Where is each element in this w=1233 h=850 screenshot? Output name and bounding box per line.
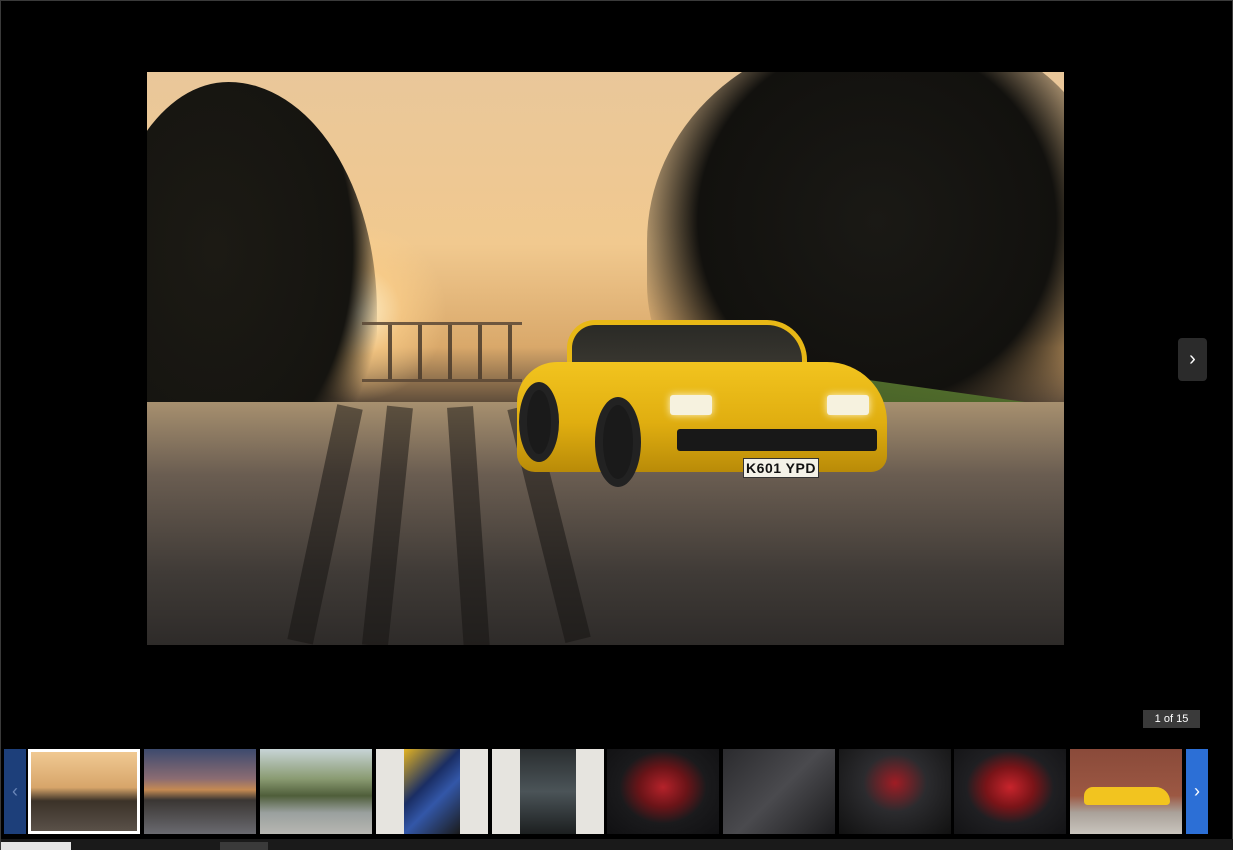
fence: [362, 322, 522, 382]
thumbnails-prev-button[interactable]: ‹: [4, 749, 26, 834]
bottom-tab[interactable]: [220, 842, 268, 850]
thumbnail-7[interactable]: [723, 749, 835, 834]
image-viewer: K601 YPD › 1 of 15 ‹ ›: [0, 0, 1233, 850]
main-photo[interactable]: K601 YPD: [147, 72, 1064, 645]
car-wheel: [595, 397, 641, 487]
bottom-tab[interactable]: [1, 842, 71, 850]
chevron-right-icon: ›: [1189, 348, 1196, 370]
image-counter: 1 of 15: [1143, 710, 1200, 728]
thumbnail-8[interactable]: [839, 749, 951, 834]
interior-image: [520, 749, 576, 834]
next-image-button[interactable]: ›: [1178, 338, 1207, 381]
thumbnail-9[interactable]: [954, 749, 1066, 834]
car-headlight: [827, 395, 869, 415]
thumbnail-5[interactable]: [492, 749, 604, 834]
car-side-image: [1084, 787, 1170, 805]
thumbnail-2[interactable]: [144, 749, 256, 834]
thumbnails-next-button[interactable]: ›: [1186, 749, 1208, 834]
thumbnail-3[interactable]: [260, 749, 372, 834]
thumbnail-1[interactable]: [28, 749, 140, 834]
bottom-strip: [1, 839, 1233, 850]
car-wheel: [519, 382, 559, 462]
chevron-left-icon: ‹: [12, 781, 18, 801]
thumbnail-4[interactable]: [376, 749, 488, 834]
car-body: [517, 362, 887, 472]
chevron-right-icon: ›: [1194, 781, 1200, 801]
engine-image: [404, 749, 460, 834]
thumbnail-6[interactable]: [607, 749, 719, 834]
thumbnail-10[interactable]: [1070, 749, 1182, 834]
car-grille: [677, 429, 877, 451]
license-plate: K601 YPD: [743, 458, 819, 478]
car-headlight: [670, 395, 712, 415]
